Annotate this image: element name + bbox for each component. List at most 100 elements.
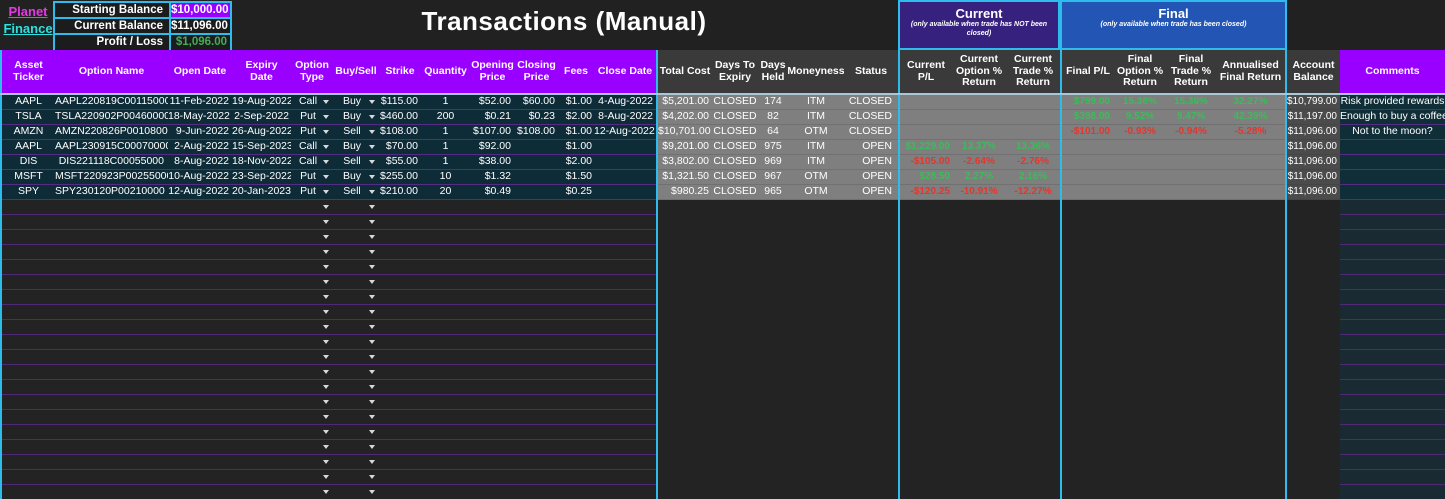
cell-buy-sell[interactable] xyxy=(333,245,379,260)
cell-ticker[interactable] xyxy=(2,260,55,275)
cell-final-trade[interactable] xyxy=(1166,245,1216,260)
cell-current-opt[interactable] xyxy=(952,395,1006,410)
cell-option-type[interactable] xyxy=(291,380,333,395)
cell-final-opt[interactable] xyxy=(1114,425,1166,440)
cell-final-trade[interactable] xyxy=(1166,215,1216,230)
cell-open-date[interactable]: 2-Aug-2022 xyxy=(168,140,232,155)
cell-expiry-date[interactable] xyxy=(232,485,291,499)
cell-option-type[interactable]: Call xyxy=(291,140,333,155)
dropdown-arrow-icon[interactable] xyxy=(369,355,375,359)
cell-option-type[interactable] xyxy=(291,320,333,335)
cell-final-opt[interactable] xyxy=(1114,395,1166,410)
cell-opening-price[interactable] xyxy=(470,350,515,365)
cell-annualised[interactable] xyxy=(1216,425,1285,440)
cell-days-held[interactable] xyxy=(758,455,788,470)
cell-fees[interactable] xyxy=(558,275,594,290)
cell-final-trade[interactable] xyxy=(1166,320,1216,335)
cell-current-opt[interactable] xyxy=(952,260,1006,275)
cell-option-name[interactable]: TSLA220902P00460000 xyxy=(55,110,168,125)
cell-annualised[interactable] xyxy=(1216,455,1285,470)
cell-current-pl[interactable] xyxy=(900,470,952,485)
cell-ticker[interactable] xyxy=(2,470,55,485)
cell-total-cost[interactable] xyxy=(658,245,712,260)
cell-open-date[interactable] xyxy=(168,470,232,485)
dropdown-arrow-icon[interactable] xyxy=(323,250,329,254)
cell-buy-sell[interactable]: Buy xyxy=(333,170,379,185)
cell-buy-sell[interactable] xyxy=(333,350,379,365)
cell-account-balance[interactable] xyxy=(1287,485,1340,499)
cell-quantity[interactable] xyxy=(421,290,470,305)
cell-opening-price[interactable]: $92.00 xyxy=(470,140,515,155)
cell-account-balance[interactable] xyxy=(1287,290,1340,305)
cell-closing-price[interactable] xyxy=(515,215,558,230)
cell-final-pl[interactable] xyxy=(1062,155,1114,170)
cell-days-to-expiry[interactable] xyxy=(712,305,758,320)
cell-final-trade[interactable] xyxy=(1166,335,1216,350)
cell-days-to-expiry[interactable]: CLOSED xyxy=(712,170,758,185)
cell-current-trade[interactable] xyxy=(1006,95,1060,110)
cell-final-pl[interactable] xyxy=(1062,185,1114,200)
cell-closing-price[interactable] xyxy=(515,275,558,290)
cell-current-pl[interactable] xyxy=(900,125,952,140)
cell-closing-price[interactable] xyxy=(515,455,558,470)
cell-close-date[interactable]: 8-Aug-2022 xyxy=(594,110,656,125)
dropdown-arrow-icon[interactable] xyxy=(323,340,329,344)
dropdown-arrow-icon[interactable] xyxy=(323,235,329,239)
cell-final-pl[interactable] xyxy=(1062,290,1114,305)
cell-annualised[interactable] xyxy=(1216,395,1285,410)
cell-expiry-date[interactable] xyxy=(232,305,291,320)
cell-current-pl[interactable] xyxy=(900,485,952,499)
cell-total-cost[interactable] xyxy=(658,470,712,485)
cell-strike[interactable] xyxy=(379,245,421,260)
cell-account-balance[interactable] xyxy=(1287,440,1340,455)
cell-ticker[interactable] xyxy=(2,440,55,455)
cell-final-opt[interactable] xyxy=(1114,200,1166,215)
cell-open-date[interactable] xyxy=(168,290,232,305)
cell-expiry-date[interactable] xyxy=(232,380,291,395)
cell-annualised[interactable] xyxy=(1216,230,1285,245)
cell-open-date[interactable] xyxy=(168,485,232,499)
cell-current-trade[interactable] xyxy=(1006,200,1060,215)
cell-current-trade[interactable] xyxy=(1006,110,1060,125)
cell-option-name[interactable] xyxy=(55,350,168,365)
cell-moneyness[interactable] xyxy=(788,365,844,380)
cell-close-date[interactable] xyxy=(594,395,656,410)
cell-open-date[interactable] xyxy=(168,425,232,440)
cell-current-opt[interactable] xyxy=(952,380,1006,395)
dropdown-arrow-icon[interactable] xyxy=(369,250,375,254)
cell-current-opt[interactable]: 2.27% xyxy=(952,170,1006,185)
cell-annualised[interactable]: -5.28% xyxy=(1216,125,1285,140)
cell-strike[interactable]: $55.00 xyxy=(379,155,421,170)
cell-moneyness[interactable] xyxy=(788,395,844,410)
cell-option-type[interactable] xyxy=(291,275,333,290)
cell-open-date[interactable] xyxy=(168,275,232,290)
cell-strike[interactable] xyxy=(379,365,421,380)
cell-days-held[interactable]: 967 xyxy=(758,170,788,185)
cell-account-balance[interactable]: $11,096.00 xyxy=(1287,140,1340,155)
cell-account-balance[interactable] xyxy=(1287,305,1340,320)
cell-ticker[interactable] xyxy=(2,230,55,245)
cell-closing-price[interactable] xyxy=(515,185,558,200)
cell-close-date[interactable] xyxy=(594,185,656,200)
cell-opening-price[interactable] xyxy=(470,410,515,425)
cell-fees[interactable] xyxy=(558,320,594,335)
cell-moneyness[interactable] xyxy=(788,215,844,230)
cell-option-type[interactable] xyxy=(291,200,333,215)
cell-expiry-date[interactable] xyxy=(232,365,291,380)
cell-moneyness[interactable]: OTM xyxy=(788,125,844,140)
cell-closing-price[interactable] xyxy=(515,290,558,305)
cell-annualised[interactable]: 32.27% xyxy=(1216,95,1285,110)
cell-moneyness[interactable] xyxy=(788,380,844,395)
cell-annualised[interactable] xyxy=(1216,305,1285,320)
cell-strike[interactable] xyxy=(379,290,421,305)
cell-current-trade[interactable] xyxy=(1006,305,1060,320)
dropdown-arrow-icon[interactable] xyxy=(369,160,375,164)
cell-days-to-expiry[interactable] xyxy=(712,230,758,245)
cell-final-opt[interactable] xyxy=(1114,350,1166,365)
cell-final-pl[interactable]: -$101.00 xyxy=(1062,125,1114,140)
cell-open-date[interactable]: 18-May-2022 xyxy=(168,110,232,125)
cell-status[interactable] xyxy=(844,260,898,275)
cell-option-type[interactable] xyxy=(291,230,333,245)
dropdown-arrow-icon[interactable] xyxy=(323,460,329,464)
cell-final-opt[interactable] xyxy=(1114,230,1166,245)
